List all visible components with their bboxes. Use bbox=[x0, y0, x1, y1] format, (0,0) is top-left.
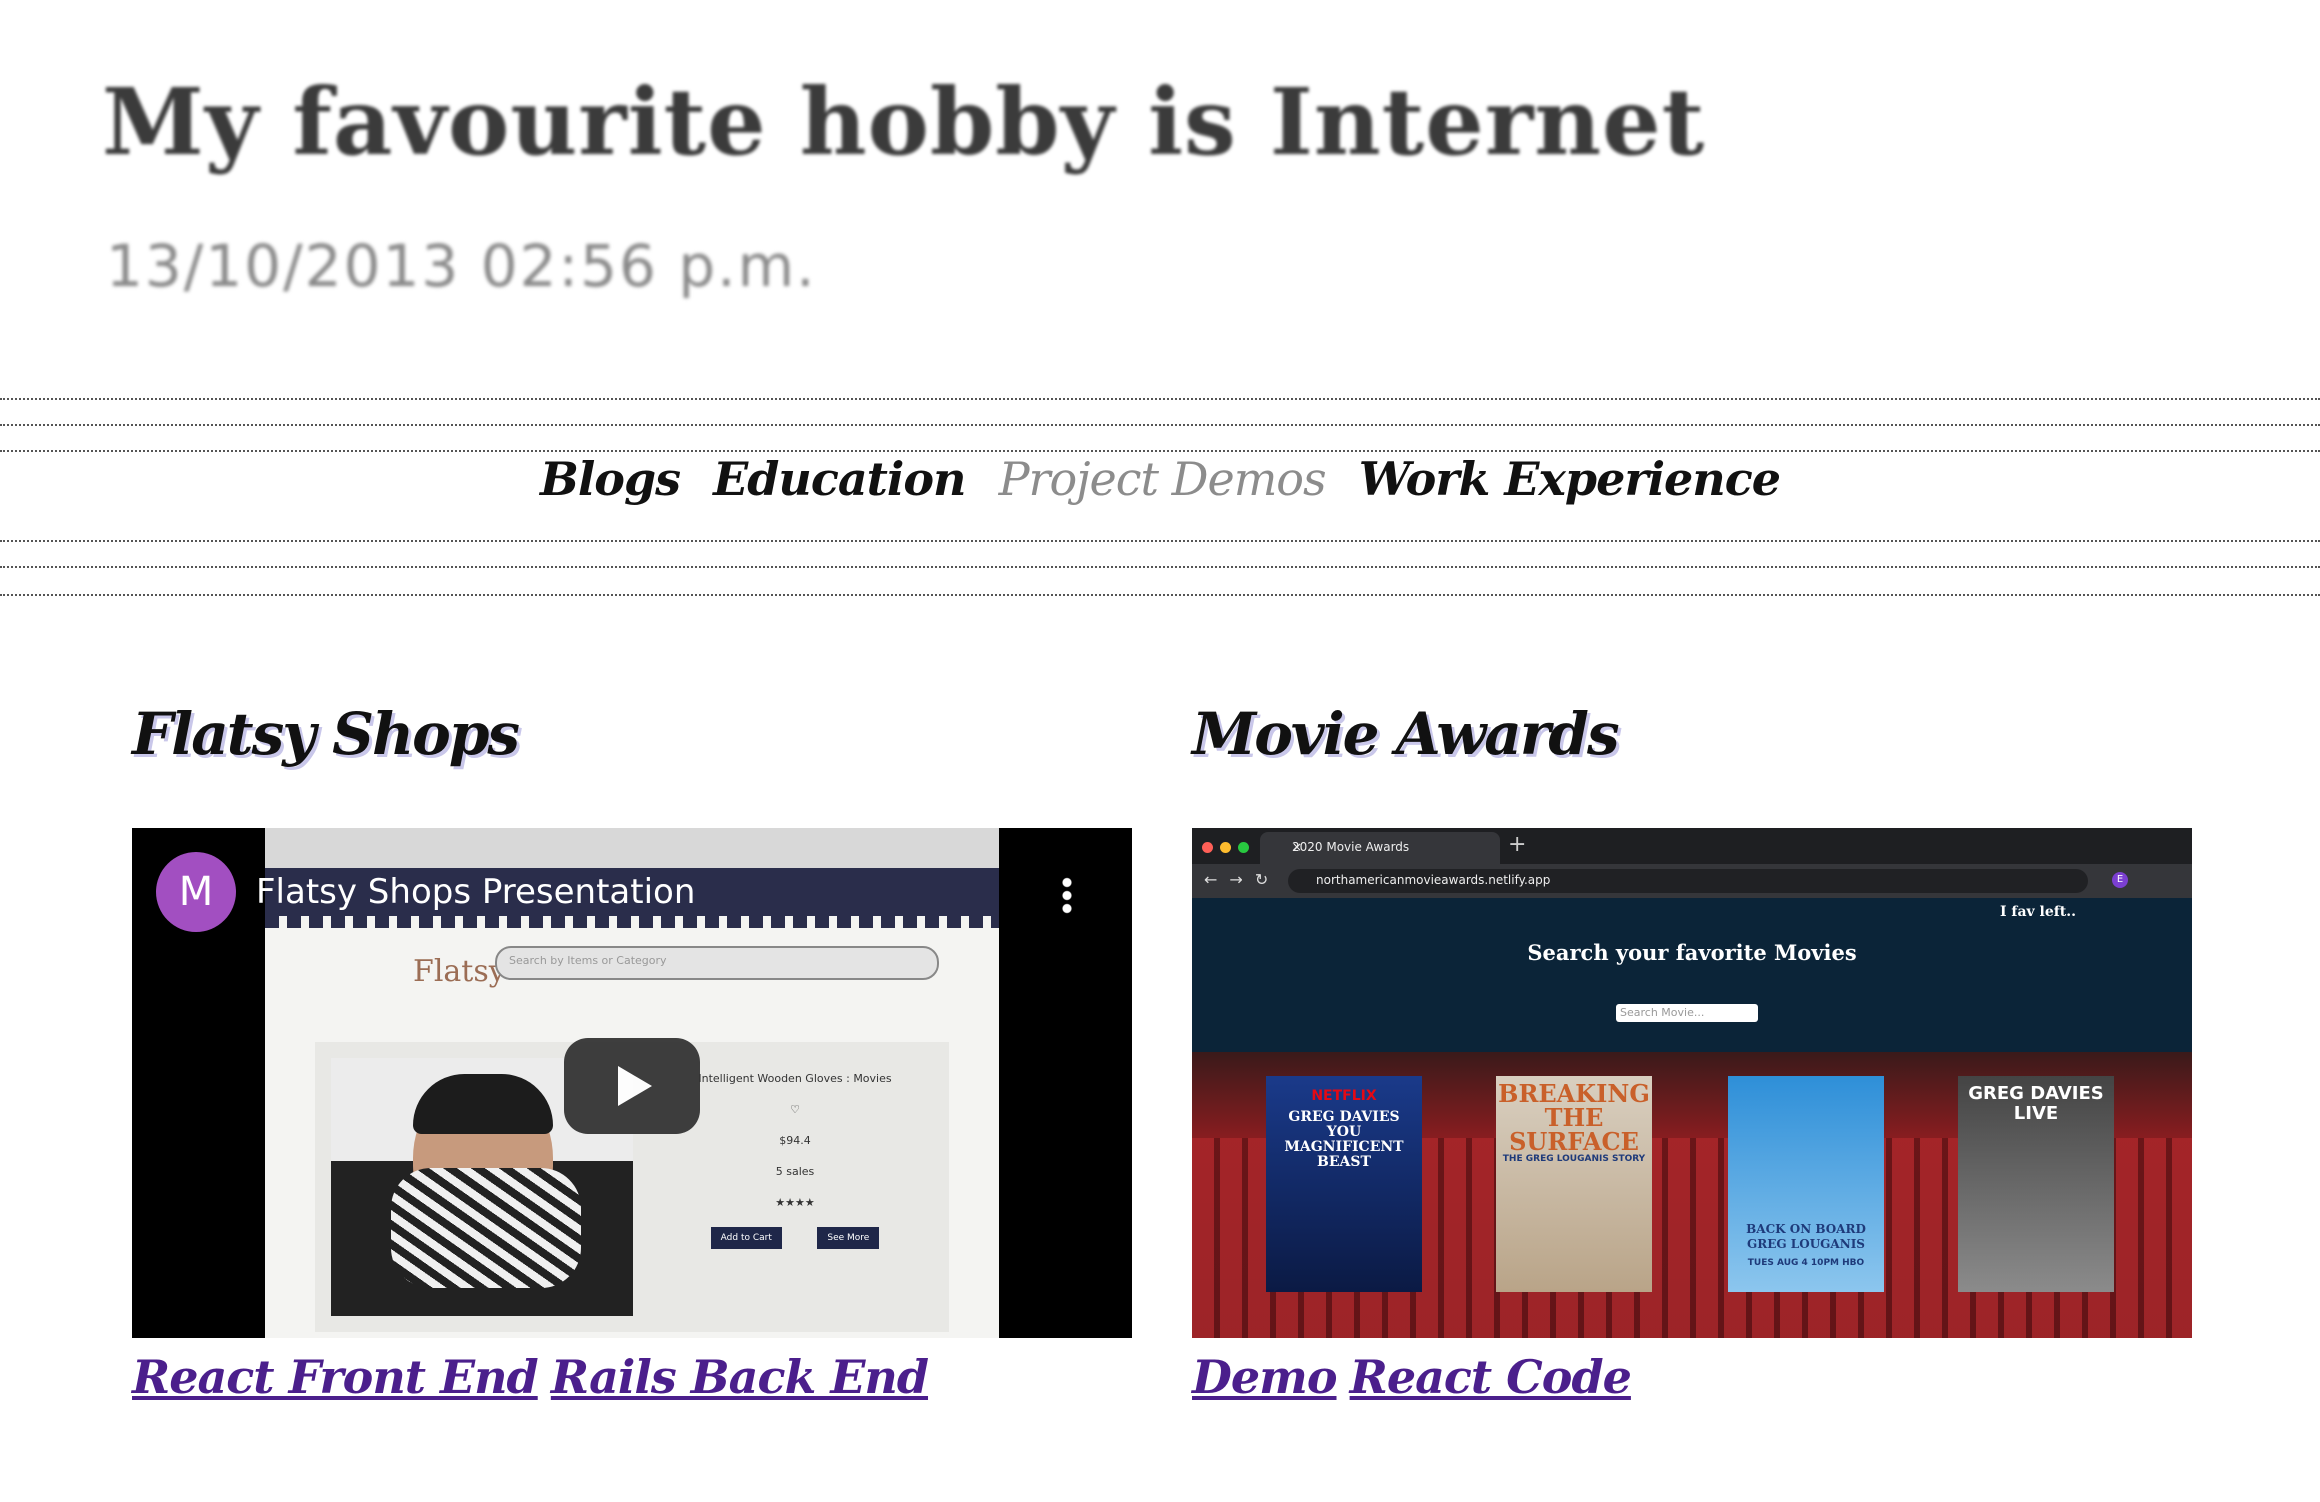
video-title[interactable]: Flatsy Shops Presentation bbox=[256, 872, 695, 912]
movie-poster: BACK ON BOARD GREG LOUGANIS TUES AUG 4 1… bbox=[1728, 1076, 1884, 1292]
product-info: Intelligent Wooden Gloves : Movies ♡ $94… bbox=[675, 1072, 915, 1267]
movie-search-placeholder: Search Movie... bbox=[1620, 1006, 1705, 1019]
browser-nav-icons: ←→↻ bbox=[1204, 870, 1281, 889]
poster-subtitle: THE GREG LOUGANIS STORY bbox=[1502, 1154, 1646, 1164]
movie-poster: BREAKING THE SURFACE THE GREG LOUGANIS S… bbox=[1496, 1076, 1652, 1292]
url-text: northamericanmovieawards.netlify.app bbox=[1316, 873, 1551, 887]
nav-work-experience[interactable]: Work Experience bbox=[1359, 452, 1781, 506]
video-embed[interactable]: Flatsy Search by Items or Category Intel… bbox=[132, 828, 1132, 1338]
poster-subtitle: TUES AUG 4 10PM HBO bbox=[1747, 1258, 1865, 1268]
project-title: Movie Awards bbox=[1192, 700, 1620, 768]
project-screenshot: 2020 Movie Awards × + ←→↻ northamericanm… bbox=[1192, 828, 2192, 1338]
rails-back-end-link[interactable]: Rails Back End bbox=[551, 1350, 929, 1404]
project-links: Demo React Code bbox=[1192, 1350, 2192, 1404]
banner-date: 13/10/2013 02:56 p.m. bbox=[106, 232, 817, 300]
browser-tab: 2020 Movie Awards × bbox=[1260, 832, 1500, 864]
channel-avatar[interactable]: M bbox=[156, 852, 236, 932]
product-name: Intelligent Wooden Gloves : Movies bbox=[698, 1072, 892, 1085]
product-price: $94.4 bbox=[779, 1134, 811, 1147]
movie-poster: NETFLIX GREG DAVIES YOU MAGNIFICENT BEAS… bbox=[1266, 1076, 1422, 1292]
fav-list-label: I fav left.. bbox=[2000, 904, 2076, 920]
poster-text: BACK ON BOARD GREG LOUGANIS bbox=[1746, 1222, 1866, 1251]
person-scarf bbox=[391, 1168, 581, 1288]
header-banner-image: My favourite hobby is Internet 13/10/201… bbox=[0, 0, 2320, 390]
site-logo: Flatsy bbox=[413, 954, 506, 989]
nav-education[interactable]: Education bbox=[713, 452, 966, 506]
product-rating: ★★★★ bbox=[775, 1196, 815, 1209]
main-nav: Blogs Education Project Demos Work Exper… bbox=[0, 452, 2320, 524]
project-title: Flatsy Shops bbox=[132, 700, 520, 768]
profile-icon: E bbox=[2112, 872, 2128, 888]
divider bbox=[0, 398, 2320, 400]
divider bbox=[0, 566, 2320, 568]
project-movie-awards: Movie Awards 2020 Movie Awards × + ←→↻ n… bbox=[1192, 700, 2192, 1404]
site-search-bar: Search by Items or Category bbox=[495, 946, 939, 980]
poster-text: GREG DAVIES YOU MAGNIFICENT BEAST bbox=[1284, 1109, 1404, 1170]
add-to-cart-button: Add to Cart bbox=[710, 1227, 782, 1249]
movie-search-input: Search Movie... bbox=[1616, 1004, 1758, 1022]
banner-title: My favourite hobby is Internet bbox=[102, 68, 1706, 176]
poster-spacer bbox=[1728, 1076, 1884, 1216]
site-search-placeholder: Search by Items or Category bbox=[509, 954, 667, 967]
see-more-button: See More bbox=[817, 1227, 880, 1249]
movie-poster: GREG DAVIES LIVE bbox=[1958, 1076, 2114, 1292]
search-heading: Search your favorite Movies bbox=[1527, 940, 1857, 965]
close-icon: × bbox=[1292, 840, 1303, 854]
divider bbox=[0, 540, 2320, 542]
project-links: React Front End Rails Back End bbox=[132, 1350, 1132, 1404]
poster-title: GREG DAVIES LIVE bbox=[1968, 1083, 2104, 1124]
browser-tab-title: 2020 Movie Awards bbox=[1292, 840, 1410, 854]
person-hair bbox=[413, 1074, 553, 1134]
kebab-menu-icon[interactable] bbox=[1062, 876, 1072, 916]
poster-title: BREAKING THE SURFACE bbox=[1498, 1079, 1650, 1156]
plus-icon: + bbox=[1508, 832, 1527, 857]
browser-tabstrip: 2020 Movie Awards × + bbox=[1192, 828, 2192, 864]
divider bbox=[0, 424, 2320, 426]
nav-project-demos[interactable]: Project Demos bbox=[999, 452, 1327, 506]
product-sales: 5 sales bbox=[775, 1165, 815, 1178]
minimize-window-dot bbox=[1220, 842, 1231, 853]
react-code-link[interactable]: React Code bbox=[1350, 1350, 1632, 1404]
project-flatsy-shops: Flatsy Shops Flatsy Search by Items or C… bbox=[132, 700, 1132, 1404]
poster-brand: NETFLIX bbox=[1311, 1088, 1377, 1104]
play-icon[interactable] bbox=[564, 1038, 700, 1134]
url-field: northamericanmovieawards.netlify.app bbox=[1288, 869, 2088, 893]
close-window-dot bbox=[1202, 842, 1213, 853]
nav-blogs[interactable]: Blogs bbox=[540, 452, 681, 506]
browser-address-bar: ←→↻ northamericanmovieawards.netlify.app… bbox=[1192, 864, 2192, 898]
divider bbox=[0, 594, 2320, 596]
heart-icon: ♡ bbox=[790, 1103, 800, 1116]
react-front-end-link[interactable]: React Front End bbox=[132, 1350, 539, 1404]
maximize-window-dot bbox=[1238, 842, 1249, 853]
demo-link[interactable]: Demo bbox=[1192, 1350, 1338, 1404]
